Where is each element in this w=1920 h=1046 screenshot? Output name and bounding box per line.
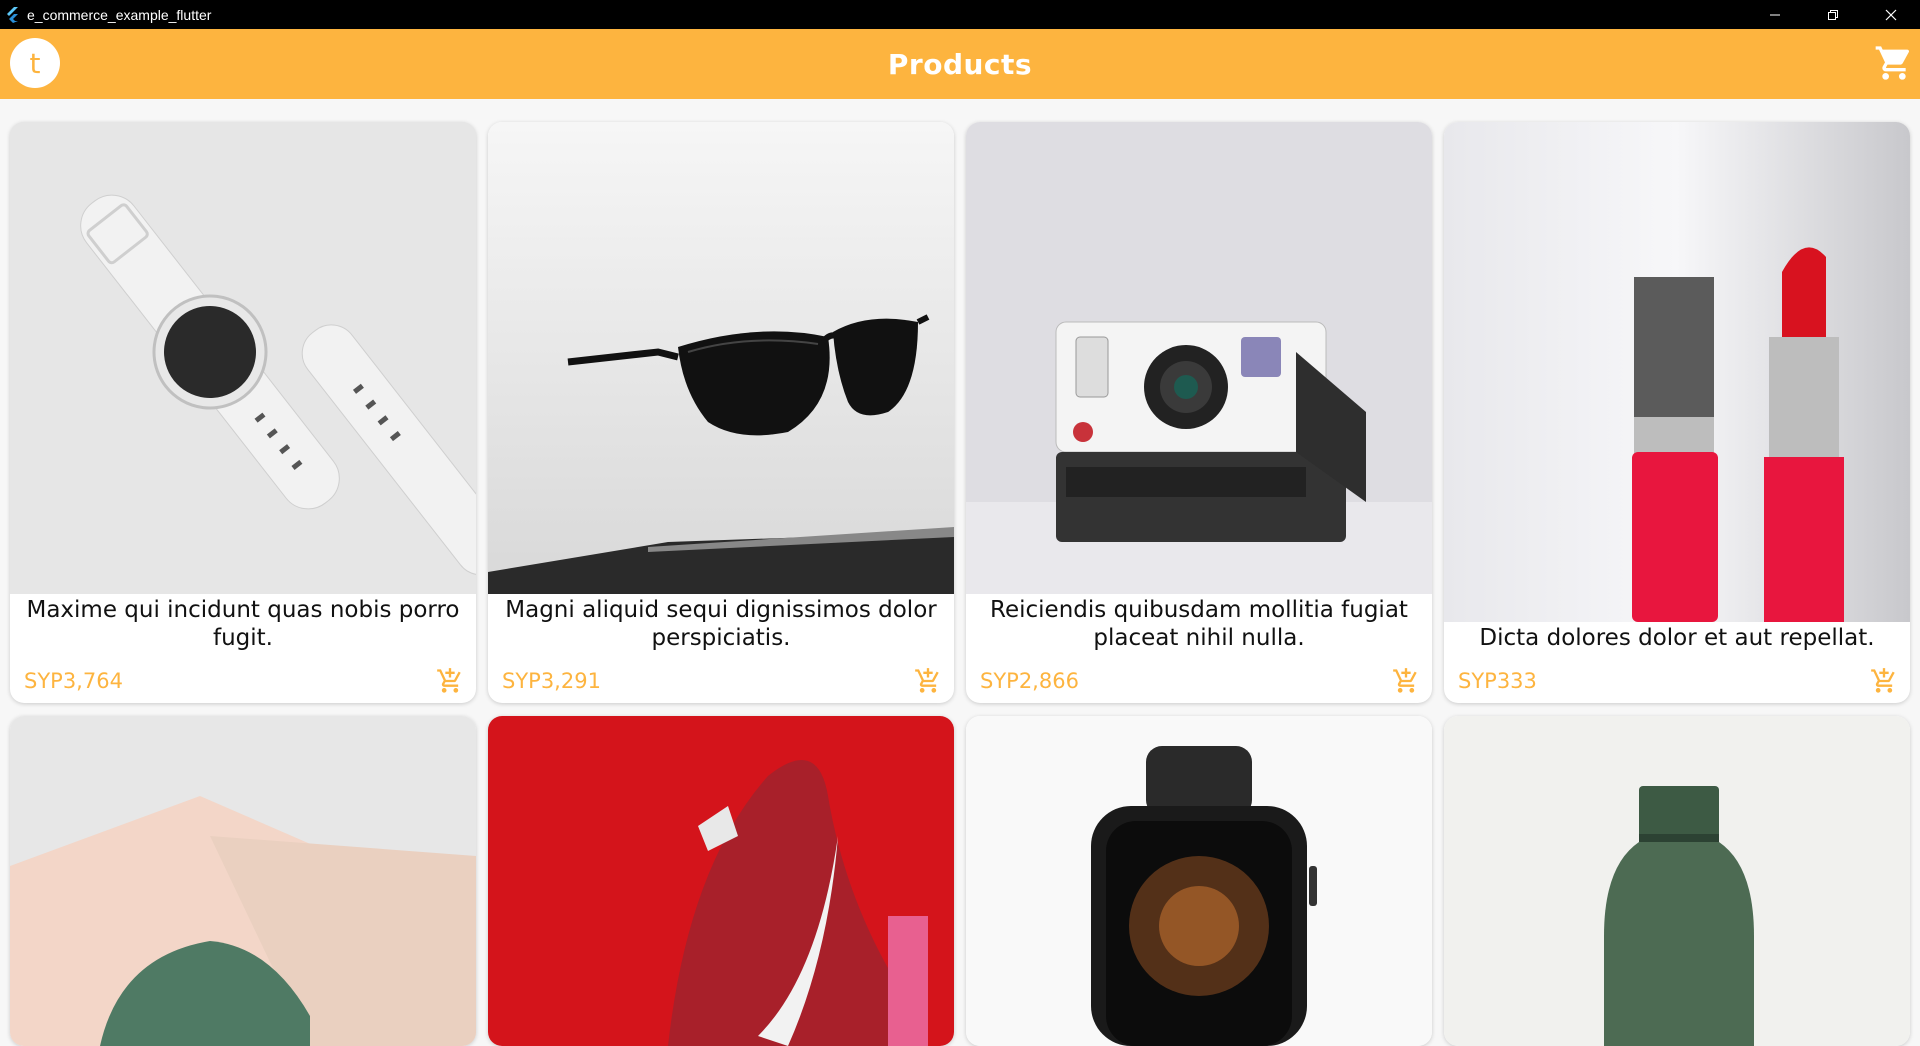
minimize-icon <box>1770 14 1780 15</box>
product-card[interactable]: Dicta dolores dolor et aut repellat. SYP… <box>1444 122 1910 703</box>
sunglasses-image <box>488 122 954 594</box>
product-price: SYP3,291 <box>502 669 601 693</box>
add-to-cart-icon[interactable] <box>436 667 464 695</box>
product-name: Dicta dolores dolor et aut repellat. <box>1479 625 1875 651</box>
product-card[interactable]: Reiciendis quibusdam mollitia fugiat pla… <box>966 122 1432 703</box>
product-card[interactable] <box>966 716 1432 1046</box>
close-button[interactable] <box>1862 0 1920 29</box>
user-avatar[interactable]: t <box>10 38 60 88</box>
green-shoe-image <box>10 716 476 1046</box>
product-grid: Maxime qui incidunt quas nobis porro fug… <box>0 99 1920 1046</box>
polaroid-camera-image <box>966 122 1432 594</box>
app-bar: t Products <box>0 29 1920 99</box>
product-price: SYP3,764 <box>24 669 123 693</box>
lipstick-image <box>1444 122 1910 622</box>
page-title: Products <box>887 47 1033 81</box>
product-card[interactable]: Magni aliquid sequi dignissimos dolor pe… <box>488 122 954 703</box>
window-title-bar: e_commerce_example_flutter <box>0 0 1920 29</box>
product-name: Reiciendis quibusdam mollitia fugiat pla… <box>990 597 1408 651</box>
product-card[interactable] <box>1444 716 1910 1046</box>
add-to-cart-icon[interactable] <box>1870 667 1898 695</box>
green-bottle-image <box>1444 716 1910 1046</box>
product-card[interactable] <box>10 716 476 1046</box>
shopping-cart-icon[interactable] <box>1874 43 1914 83</box>
product-price: SYP333 <box>1458 669 1537 693</box>
minimize-button[interactable] <box>1746 0 1804 29</box>
restore-button[interactable] <box>1804 0 1862 29</box>
smartwatch-white-image <box>10 122 476 594</box>
product-name: Magni aliquid sequi dignissimos dolor pe… <box>505 597 937 651</box>
add-to-cart-icon[interactable] <box>914 667 942 695</box>
red-sneaker-image <box>488 716 954 1046</box>
window-title: e_commerce_example_flutter <box>27 6 212 23</box>
close-icon <box>1885 9 1897 20</box>
flutter-logo-icon <box>7 6 18 23</box>
add-to-cart-icon[interactable] <box>1392 667 1420 695</box>
product-price: SYP2,866 <box>980 669 1079 693</box>
product-name: Maxime qui incidunt quas nobis porro fug… <box>26 597 460 651</box>
restore-icon <box>1828 9 1838 20</box>
product-card[interactable] <box>488 716 954 1046</box>
apple-watch-image <box>966 716 1432 1046</box>
product-card[interactable]: Maxime qui incidunt quas nobis porro fug… <box>10 122 476 703</box>
